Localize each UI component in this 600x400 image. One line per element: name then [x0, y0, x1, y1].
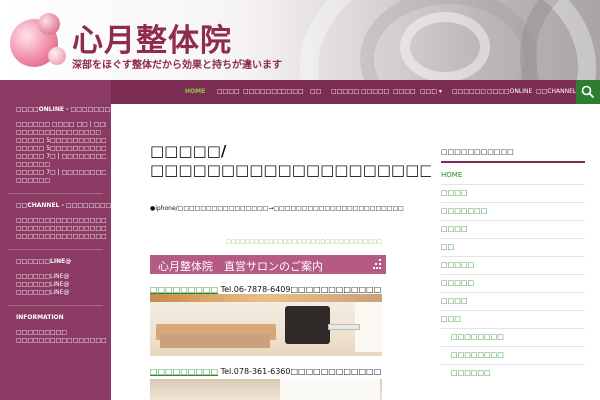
rose-decoration: [520, 0, 600, 80]
divider: [8, 193, 103, 194]
site-title[interactable]: 心月整体院: [72, 15, 232, 60]
left-sidebar: □□□□ONLINE - □□□□□□□□□□ □□□□□□ □□□□ □□ |…: [0, 80, 111, 400]
nav-item-home[interactable]: HOME: [185, 80, 205, 104]
widget-title-information: INFORMATION: [16, 314, 64, 321]
salon-entry: □□□□□□□□□ Tel.078-361-6360□□□□□□□□□□□□: [150, 367, 381, 376]
right-sidebar: □□□□□□□□□□□ HOME □□□□ □□□□□□□ □□□□ □□ □□…: [431, 104, 600, 400]
online-post-link[interactable]: □□□□□□□□□□□□□□□: [16, 129, 106, 137]
search-button[interactable]: [576, 80, 600, 104]
channel-link[interactable]: □□□□□□□□□□□□□□□□□□□□□□: [16, 217, 106, 225]
sidebar-item[interactable]: □□□□: [441, 225, 467, 233]
sidebar-item[interactable]: □□□: [441, 315, 461, 323]
nav-item[interactable]: □□□□□□□: [243, 80, 283, 104]
line-link[interactable]: □□□□□□LINE@: [16, 273, 106, 281]
widget-title-line: □□□□□□LINE@: [16, 258, 72, 265]
information-link[interactable]: □□□□□□□□□□□□□□□□□: [16, 337, 106, 345]
site-description: 深部をほぐす整体だから効果と持ちが違います: [72, 60, 282, 71]
salon-tel: Tel.078-361-6360: [220, 367, 291, 376]
notice-link[interactable]: □□□□□□□□□□□□□□□□□□□□□□□□□□□□□□□□□: [226, 239, 382, 245]
dots-icon: [373, 259, 381, 269]
main-content: □□□□□/□□□□□□□□□□□□□□□□□□□□□□□□□□□□□ ●iph…: [111, 104, 431, 400]
sidebar-subitem[interactable]: □□□□□□□□: [451, 351, 504, 359]
information-link[interactable]: □□□□□□□□□: [16, 329, 106, 337]
salon-photo: [150, 294, 382, 356]
sidebar-item[interactable]: □□□□□: [441, 261, 474, 269]
nav-item[interactable]: □□□□: [393, 80, 416, 104]
nav-item-channel[interactable]: □□CHANNEL: [536, 80, 576, 104]
site-logo-icon[interactable]: [8, 13, 66, 71]
main-navigation: HOME □□□□ □□□□□□□ □□□□ □□ □□□□□ □□□□□ □□…: [111, 80, 600, 104]
nav-item[interactable]: □□□□: [217, 80, 240, 104]
sidebar-item[interactable]: □□□□: [441, 297, 467, 305]
intro-text: ●iphone/□□□□□□□□□□□□□□□□→□□□□□□□□□□□□□□□…: [150, 205, 404, 212]
search-icon: [581, 85, 595, 99]
online-post-link[interactable]: □□□□□□: [16, 177, 106, 185]
salon-photo: [150, 379, 382, 400]
salon-banner: 心月整体院 直営サロンのご案内: [150, 255, 386, 274]
nav-item[interactable]: □□□□□: [361, 80, 389, 104]
online-post-link[interactable]: □□□□□ 5□□□□□□□□□□□□□□□: [16, 137, 106, 145]
salon-name-link[interactable]: □□□□□□□□□: [150, 367, 218, 376]
sidebar-item[interactable]: □□□□□: [441, 279, 474, 287]
line-link[interactable]: □□□□□□LINE@: [16, 281, 106, 289]
divider: [8, 305, 103, 306]
nav-item-online[interactable]: □□□□ONLINE: [487, 80, 532, 104]
sidebar-heading: □□□□□□□□□□□: [441, 148, 514, 156]
salon-info: □□□□□□□□□□□□: [290, 367, 382, 376]
online-post-link[interactable]: □□□□□ 7□ | □□□□□□□□□□□□□□□: [16, 169, 106, 177]
nav-item[interactable]: □□□□: [281, 80, 304, 104]
nav-item[interactable]: □□□□□: [331, 80, 359, 104]
salon-name-link[interactable]: □□□□□□□□□: [150, 285, 218, 294]
online-post-link[interactable]: □□□□□□: [16, 161, 106, 169]
online-post-link[interactable]: □□□□□ 5□□□□□□□□□□□□□□□: [16, 145, 106, 153]
rose-decoration: [400, 12, 490, 80]
sidebar-item[interactable]: □□□□: [441, 189, 467, 197]
sidebar-item[interactable]: □□□□□□□: [441, 207, 487, 215]
salon-info: □□□□□□□□□□□□: [290, 285, 382, 294]
online-post-link[interactable]: □□□□□ 7□ | □□□□□□□□□□□□□□: [16, 153, 106, 161]
banner-title: 心月整体院 直営サロンのご案内: [158, 260, 323, 273]
line-link[interactable]: □□□□□□LINE@: [16, 289, 106, 297]
sidebar-subitem[interactable]: □□□□□□: [451, 369, 491, 377]
page-title: □□□□□/□□□□□□□□□□□□□□□□□□□□□□□□□□□□□: [150, 142, 431, 179]
nav-item[interactable]: □□□□□□: [452, 80, 486, 104]
divider: [8, 249, 103, 250]
sidebar-subitem[interactable]: □□□□□□□□: [451, 333, 504, 341]
sidebar-item[interactable]: □□: [441, 243, 454, 251]
heading-underline: [441, 161, 585, 163]
site-header: 心月整体院 深部をほぐす整体だから効果と持ちが違います: [0, 0, 600, 80]
channel-link[interactable]: □□□□□□□□□□□□□□□□□□□□□□: [16, 225, 106, 233]
widget-title-online: □□□□ONLINE - □□□□□□□□□□: [16, 106, 111, 113]
nav-item-dropdown[interactable]: □□□ ▾: [420, 80, 442, 104]
widget-title-channel: □□CHANNEL - □□□□□□□□□□□□□: [16, 202, 111, 209]
online-post-link[interactable]: □□□□□□ □□□□ □□ | □□□□□□□□□□□□: [16, 121, 106, 129]
nav-item[interactable]: □□: [310, 80, 321, 104]
salon-entry: □□□□□□□□□ Tel.06-7878-6409□□□□□□□□□□□□: [150, 285, 381, 294]
sidebar-item-home[interactable]: HOME: [441, 171, 462, 179]
channel-link[interactable]: □□□□□□□□□□□□□□□□□□□□□□: [16, 233, 106, 241]
salon-tel: Tel.06-7878-6409: [220, 285, 291, 294]
